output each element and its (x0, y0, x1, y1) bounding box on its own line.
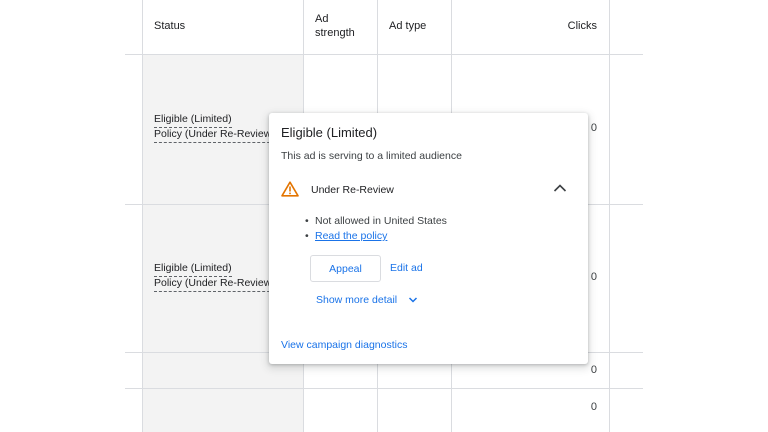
column-divider (609, 0, 610, 432)
policy-detail-item: Not allowed in United States (305, 215, 447, 227)
row-divider (125, 388, 643, 389)
header-ad-strength-line1: Ad (315, 13, 329, 25)
status-cell-shade (142, 389, 303, 432)
clicks-value: 0 (590, 401, 597, 413)
status-policy-under-review[interactable]: Policy (Under Re-Review) (154, 276, 275, 292)
column-divider (142, 0, 143, 432)
chevron-down-icon[interactable] (408, 296, 418, 304)
popup-subtitle: This ad is serving to a limited audience (281, 150, 462, 162)
row-divider (125, 54, 643, 55)
status-eligible-limited[interactable]: Eligible (Limited) (154, 261, 232, 277)
header-ad-strength[interactable]: Ad strength (315, 12, 355, 40)
appeal-button[interactable]: Appeal (310, 255, 381, 282)
edit-ad-link[interactable]: Edit ad (390, 262, 423, 274)
status-policy-under-review[interactable]: Policy (Under Re-Review) (154, 127, 275, 143)
read-policy-link[interactable]: Read the policy (305, 230, 387, 242)
header-ad-strength-line2: strength (315, 27, 355, 39)
status-eligible-limited[interactable]: Eligible (Limited) (154, 112, 232, 128)
header-clicks[interactable]: Clicks (545, 19, 597, 33)
show-more-detail-link[interactable]: Show more detail (316, 294, 397, 306)
chevron-up-icon[interactable] (553, 183, 567, 193)
clicks-value: 0 (590, 364, 597, 376)
under-review-label: Under Re-Review (311, 184, 394, 196)
popup-title: Eligible (Limited) (281, 125, 378, 140)
header-status[interactable]: Status (154, 19, 185, 33)
warning-triangle-icon (281, 181, 299, 197)
header-ad-type[interactable]: Ad type (389, 19, 426, 33)
policy-status-popup: Eligible (Limited) This ad is serving to… (269, 113, 588, 364)
view-campaign-diagnostics-link[interactable]: View campaign diagnostics (281, 339, 407, 351)
